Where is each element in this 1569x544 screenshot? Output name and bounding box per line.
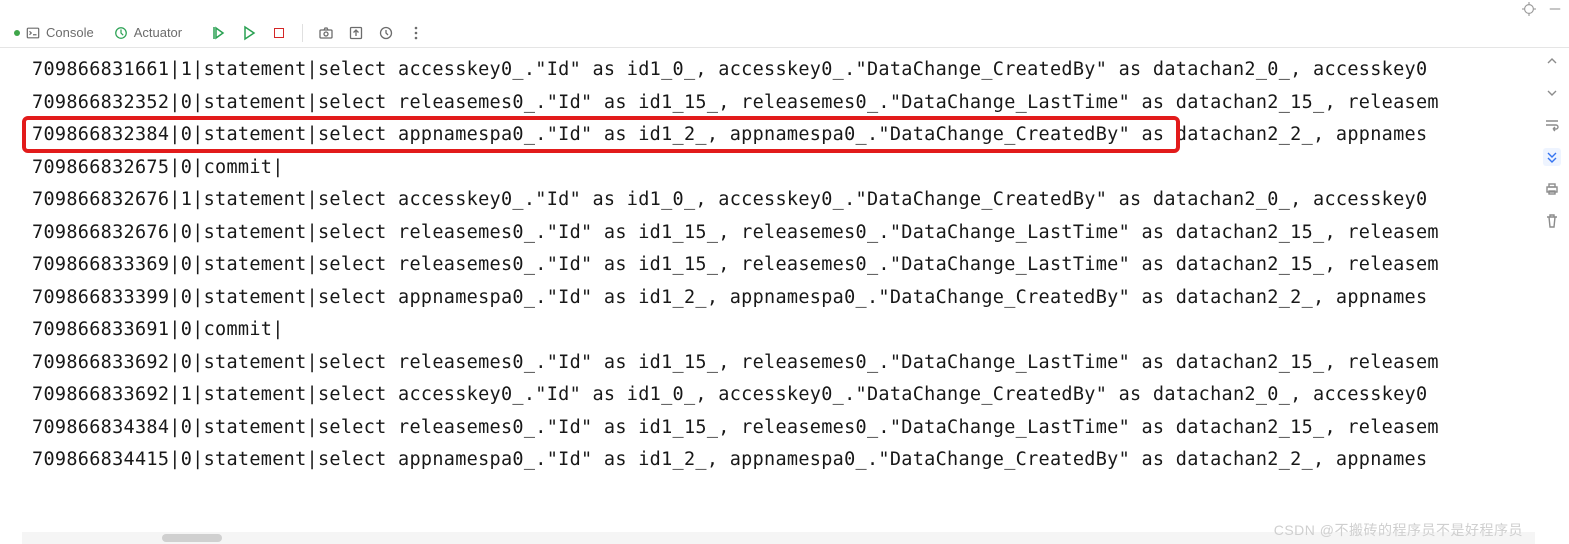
left-gutter [0,48,22,544]
more-icon[interactable] [407,24,425,42]
main-area: 709866831661|1|statement|select accesske… [0,48,1569,544]
rerun-icon[interactable] [210,24,228,42]
scroll-to-end-icon[interactable] [1543,148,1561,166]
log-line[interactable]: 709866833369|0|statement|select releasem… [22,249,1535,282]
console-output[interactable]: 709866831661|1|statement|select accesske… [22,48,1535,544]
terminal-icon [26,26,40,40]
horizontal-scrollbar[interactable] [22,532,1535,544]
crosshair-icon[interactable] [1521,1,1537,17]
separator [302,24,303,42]
print-icon[interactable] [1543,180,1561,198]
log-line[interactable]: 709866834415|0|statement|select appnames… [22,444,1535,477]
tab-actuator-label: Actuator [134,25,182,40]
actuator-icon [114,26,128,40]
camera-icon[interactable] [317,24,335,42]
log-line[interactable]: 709866834384|0|statement|select releasem… [22,412,1535,445]
tab-console-label: Console [46,25,94,40]
log-line[interactable]: 709866833692|1|statement|select accesske… [22,379,1535,412]
window-top-bar [0,0,1569,18]
log-line[interactable]: 709866831661|1|statement|select accesske… [22,54,1535,87]
tab-actuator[interactable]: Actuator [110,21,192,44]
log-line[interactable]: 709866832675|0|commit| [22,152,1535,185]
log-line[interactable]: 709866833691|0|commit| [22,314,1535,347]
log-line[interactable]: 709866832384|0|statement|select appnames… [22,119,1535,152]
stop-icon[interactable] [270,24,288,42]
log-line[interactable]: 709866832676|1|statement|select accesske… [22,184,1535,217]
status-dot-icon [14,30,20,36]
log-line[interactable]: 709866832676|0|statement|select releasem… [22,217,1535,250]
scrollbar-thumb[interactable] [162,534,222,542]
run-icon[interactable] [240,24,258,42]
soft-wrap-icon[interactable] [1543,116,1561,134]
tab-bar: Console Actuator [0,18,1569,48]
tab-console[interactable]: Console [10,21,104,44]
log-line[interactable]: 709866832352|0|statement|select releasem… [22,87,1535,120]
scroll-up-icon[interactable] [1543,52,1561,70]
minimize-icon[interactable] [1547,1,1563,17]
export-icon[interactable] [347,24,365,42]
scroll-down-icon[interactable] [1543,84,1561,102]
log-line[interactable]: 709866833399|0|statement|select appnames… [22,282,1535,315]
trash-icon[interactable] [1543,212,1561,230]
log-line[interactable]: 709866833692|0|statement|select releasem… [22,347,1535,380]
profile-icon[interactable] [377,24,395,42]
right-gutter [1535,48,1569,544]
toolbar [210,24,425,42]
